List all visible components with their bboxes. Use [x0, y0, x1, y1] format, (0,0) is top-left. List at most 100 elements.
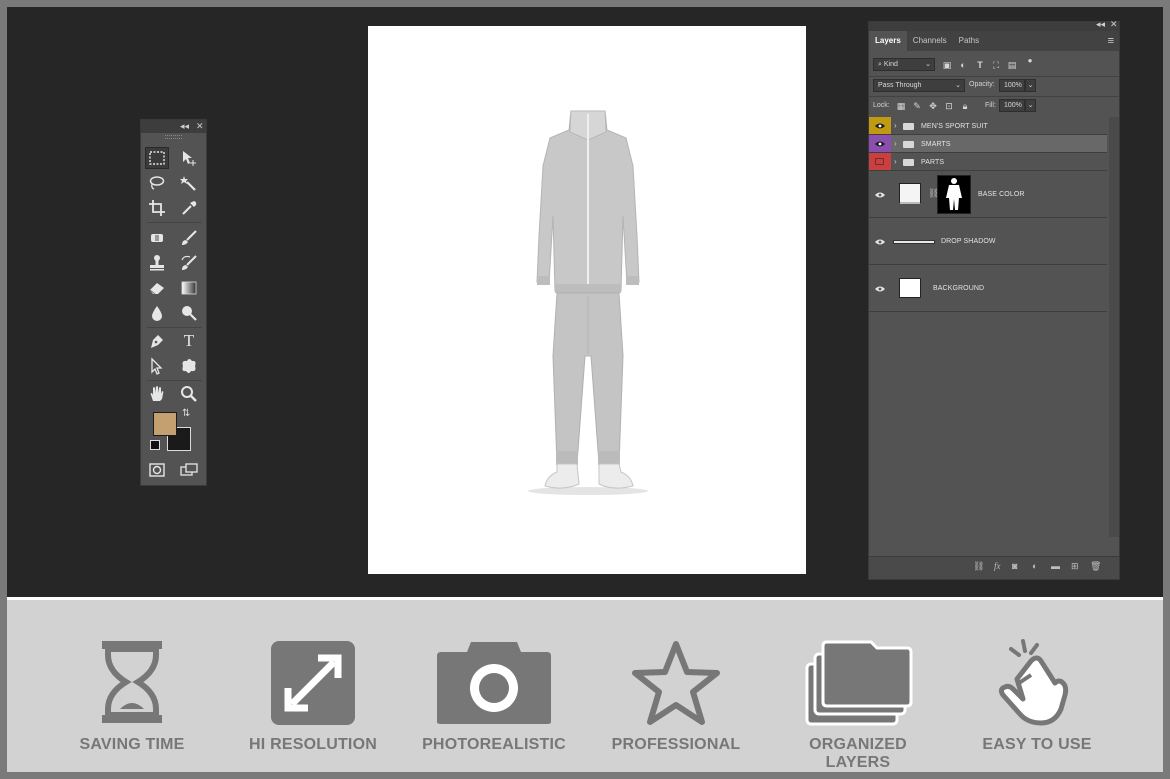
dodge-tool[interactable]	[177, 302, 201, 324]
move-tool[interactable]	[177, 147, 201, 169]
quick-mask-icon	[149, 463, 165, 477]
quick-mask-button[interactable]	[145, 459, 169, 481]
eye-icon	[875, 286, 885, 292]
layer-row[interactable]: BACKGROUND	[869, 265, 1107, 312]
filter-kind-value: Kind	[883, 61, 898, 68]
layer-name: BASE COLOR	[978, 191, 1025, 198]
feature-photorealistic: PHOTOREALISTIC	[414, 638, 574, 758]
pixel-filter-icon[interactable]: ▣	[942, 60, 952, 70]
adjustment-icon[interactable]: ◐	[1032, 561, 1037, 571]
eraser-tool[interactable]	[145, 277, 169, 299]
layer-row[interactable]: ⛓︎ BASE COLOR	[869, 171, 1107, 218]
blur-tool[interactable]	[145, 302, 169, 324]
panel-menu-icon[interactable]: ≡	[1108, 35, 1114, 47]
tab-paths[interactable]: Paths	[953, 31, 985, 51]
eye-icon	[875, 123, 885, 129]
shape-filter-icon[interactable]: ⛶	[991, 60, 1001, 70]
document-canvas[interactable]	[368, 26, 806, 574]
screen-mode-button[interactable]	[177, 459, 201, 481]
link-icon[interactable]: ⛓︎	[973, 561, 984, 572]
brush-tool[interactable]	[177, 227, 201, 249]
chevron-right-icon[interactable]: ›	[894, 157, 897, 166]
rectangular-marquee-tool[interactable]	[145, 147, 169, 169]
lock-position-icon[interactable]: ✥	[928, 101, 938, 111]
adjustment-filter-icon[interactable]: ◐	[958, 60, 968, 70]
layer-row[interactable]: › MEN'S SPORT SUIT	[869, 117, 1107, 135]
close-icon[interactable]: ✕	[196, 120, 204, 133]
gradient-tool[interactable]	[177, 277, 201, 299]
smart-object-badge	[900, 202, 920, 204]
layers-panel-tabs: Layers Channels Paths ≡	[869, 31, 1119, 51]
visibility-toggle[interactable]	[869, 117, 891, 134]
swap-colors-icon[interactable]: ⇅	[182, 408, 190, 419]
arrow-icon	[151, 357, 163, 375]
path-selection-tool[interactable]	[145, 355, 169, 377]
filter-kind-select[interactable]: ⌕ Kind ⌄	[873, 58, 935, 71]
chevron-right-icon[interactable]: ›	[894, 139, 897, 148]
magic-wand-tool[interactable]	[177, 172, 201, 194]
folder-icon[interactable]: ▬	[1051, 561, 1060, 571]
hand-tool[interactable]	[145, 383, 169, 405]
tab-layers[interactable]: Layers	[869, 31, 907, 51]
lasso-tool[interactable]	[145, 172, 169, 194]
blend-mode-value: Pass Through	[878, 82, 922, 89]
spot-healing-tool[interactable]	[145, 227, 169, 249]
new-layer-icon[interactable]: ⊞	[1071, 561, 1079, 572]
filter-toggle-icon[interactable]: ●	[1025, 56, 1035, 66]
close-icon[interactable]: ✕	[1110, 19, 1118, 30]
lock-transparent-icon[interactable]: ▦	[896, 101, 906, 111]
default-colors-icon[interactable]	[150, 440, 160, 450]
feature-label: PROFESSIONAL	[611, 736, 741, 753]
history-brush-tool[interactable]	[177, 252, 201, 274]
lock-image-icon[interactable]: ✎	[912, 101, 922, 111]
brush-icon	[182, 230, 197, 245]
layer-row[interactable]: DROP SHADOW	[869, 218, 1107, 265]
type-tool[interactable]: T	[177, 330, 201, 352]
visibility-toggle[interactable]	[869, 135, 891, 152]
smart-object-filter-icon[interactable]: ▤	[1007, 60, 1017, 70]
camera-icon	[414, 638, 574, 728]
fill-dropdown[interactable]: ⌄	[1025, 99, 1036, 112]
tab-channels[interactable]: Channels	[907, 31, 953, 51]
fx-icon[interactable]: fx	[994, 561, 1001, 571]
layer-row-selected[interactable]: › SMARTS	[869, 135, 1107, 153]
double-chevron-icon[interactable]: ◂◂	[180, 120, 189, 133]
chevron-right-icon[interactable]: ›	[894, 121, 897, 130]
layer-thumbnail	[899, 183, 921, 203]
foreground-color-swatch[interactable]	[153, 412, 177, 436]
tools-separator	[147, 222, 202, 223]
layers-scrollbar[interactable]	[1109, 117, 1119, 537]
eyedropper-tool[interactable]	[177, 197, 201, 219]
panel-grip[interactable]	[165, 135, 182, 139]
fill-input[interactable]: 100%	[999, 99, 1025, 112]
visibility-toggle[interactable]	[869, 153, 891, 170]
double-chevron-icon[interactable]: ◂◂	[1096, 19, 1105, 30]
layer-name: MEN'S SPORT SUIT	[921, 123, 988, 130]
blend-mode-select[interactable]: Pass Through ⌄	[873, 79, 965, 92]
visibility-toggle[interactable]	[869, 265, 891, 311]
folder-icon	[903, 159, 914, 166]
tools-panel-header[interactable]: ◂◂ ✕	[141, 120, 206, 133]
opacity-dropdown[interactable]: ⌄	[1025, 79, 1036, 92]
lock-artboard-icon[interactable]: ⊡	[944, 101, 954, 111]
shape-icon	[182, 359, 196, 373]
visibility-toggle[interactable]	[869, 218, 891, 264]
mask-icon[interactable]: ◙	[1012, 561, 1017, 571]
layers-panel-titlebar[interactable]: ◂◂ ✕	[869, 19, 1119, 31]
lock-all-icon[interactable]: 🔒︎	[960, 101, 970, 111]
custom-shape-tool[interactable]	[177, 355, 201, 377]
layer-row[interactable]: › PARTS	[869, 153, 1107, 171]
sport-suit-mockup	[528, 110, 648, 495]
clone-stamp-tool[interactable]	[145, 252, 169, 274]
crop-tool[interactable]	[145, 197, 169, 219]
layers-panel-footer: ⛓︎ fx ◙ ◐ ▬ ⊞ 🗑︎	[869, 556, 1119, 579]
eye-icon	[875, 239, 885, 245]
marquee-icon	[149, 151, 165, 165]
opacity-input[interactable]: 100%	[999, 79, 1025, 92]
type-filter-icon[interactable]: T	[975, 60, 985, 70]
visibility-toggle[interactable]	[869, 171, 891, 217]
layer-mask-thumbnail[interactable]	[937, 175, 971, 214]
trash-icon[interactable]: 🗑︎	[1090, 561, 1101, 572]
zoom-tool[interactable]	[177, 383, 201, 405]
pen-tool[interactable]	[145, 330, 169, 352]
